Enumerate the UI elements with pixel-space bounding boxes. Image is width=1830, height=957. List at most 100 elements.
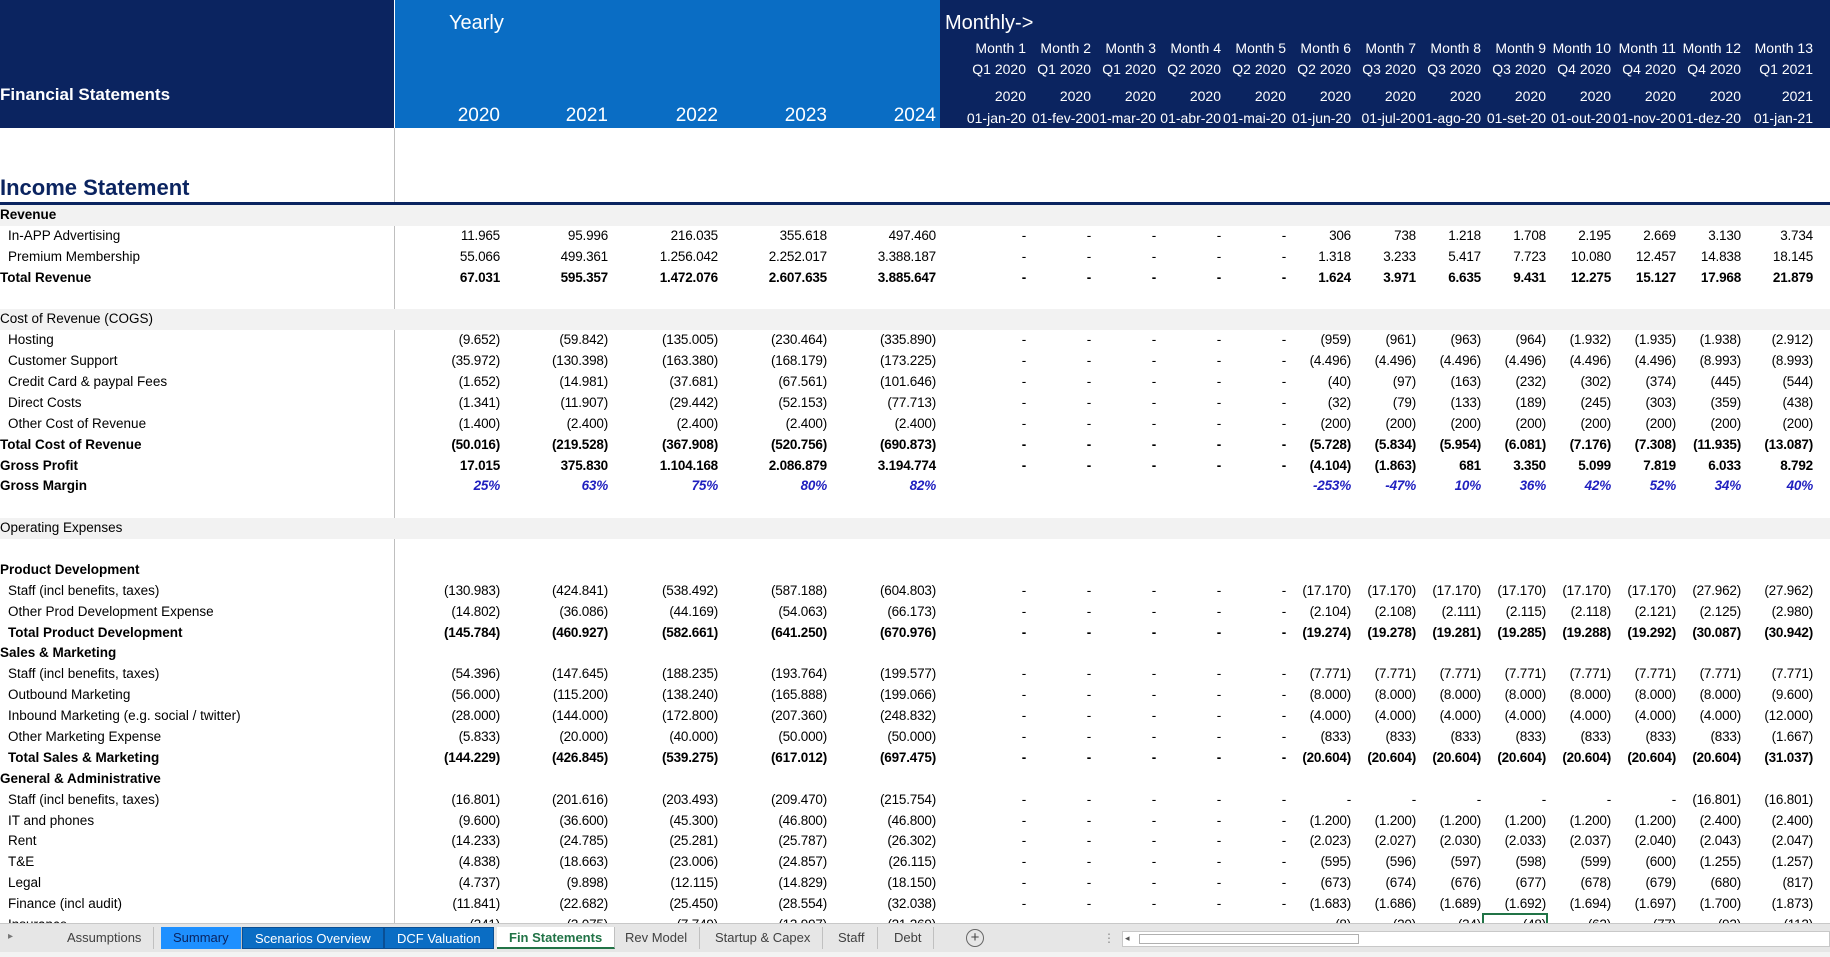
value-cell[interactable]: (26.115) — [888, 854, 936, 869]
value-cell[interactable]: - — [1152, 875, 1157, 890]
value-cell[interactable]: (2.027) — [1375, 833, 1417, 848]
value-cell[interactable]: (676) — [1450, 875, 1481, 890]
selected-cell[interactable] — [1482, 912, 1548, 923]
value-cell[interactable]: (16.801) — [1692, 792, 1741, 807]
value-cell[interactable]: (200) — [1580, 416, 1611, 431]
value-cell[interactable]: (144.229) — [444, 750, 500, 765]
value-cell[interactable]: - — [1087, 833, 1092, 848]
value-cell[interactable]: (19.285) — [1497, 625, 1546, 640]
value-cell[interactable]: (538.492) — [662, 583, 718, 598]
value-cell[interactable]: (20.604) — [1692, 750, 1741, 765]
value-cell[interactable]: (8.000) — [1310, 687, 1352, 702]
value-cell[interactable]: (9.898) — [567, 875, 609, 890]
value-cell[interactable]: (163.380) — [662, 353, 718, 368]
value-cell[interactable]: - — [1282, 625, 1287, 640]
value-cell[interactable]: (19.292) — [1627, 625, 1676, 640]
value-cell[interactable]: - — [1022, 813, 1027, 828]
value-cell[interactable]: 499.361 — [561, 249, 609, 264]
value-cell[interactable]: (1.700) — [1700, 896, 1742, 911]
value-cell[interactable]: (2.118) — [1571, 604, 1612, 619]
value-cell[interactable]: - — [1022, 416, 1027, 431]
value-cell[interactable]: (27.962) — [1764, 583, 1813, 598]
value-cell[interactable]: (18.150) — [887, 875, 936, 890]
value-cell[interactable]: 21.879 — [1773, 270, 1813, 285]
value-cell[interactable]: (2.115) — [1506, 604, 1547, 619]
value-cell[interactable]: (17.170) — [1432, 583, 1481, 598]
value-cell[interactable]: - — [1152, 583, 1157, 598]
value-cell[interactable]: - — [1087, 729, 1092, 744]
value-cell[interactable]: (1.697) — [1635, 896, 1677, 911]
value-cell[interactable]: - — [1282, 854, 1287, 869]
value-cell[interactable]: -253% — [1313, 478, 1351, 493]
value-cell[interactable]: (67.561) — [778, 374, 827, 389]
value-cell[interactable]: 15.127 — [1636, 270, 1676, 285]
value-cell[interactable]: (37.681) — [669, 374, 718, 389]
value-cell[interactable]: - — [1087, 875, 1092, 890]
value-cell[interactable]: (9.600) — [1772, 687, 1814, 702]
value-cell[interactable]: - — [1022, 437, 1027, 452]
value-cell[interactable]: 5.417 — [1448, 249, 1481, 264]
row-label[interactable]: Other Cost of Revenue — [8, 416, 146, 431]
value-cell[interactable]: (40) — [1328, 374, 1351, 389]
value-cell[interactable]: - — [1152, 792, 1157, 807]
value-cell[interactable]: (1.200) — [1375, 813, 1417, 828]
value-cell[interactable]: (200) — [1515, 416, 1546, 431]
value-cell[interactable]: - — [1087, 353, 1092, 368]
value-cell[interactable]: (1.257) — [1772, 854, 1814, 869]
value-cell[interactable]: - — [1152, 666, 1157, 681]
value-cell[interactable]: (1.200) — [1570, 813, 1612, 828]
value-cell[interactable]: (199.066) — [880, 687, 936, 702]
value-cell[interactable]: (2.400) — [895, 416, 937, 431]
value-cell[interactable]: (7.771) — [1570, 666, 1612, 681]
value-cell[interactable]: (40.000) — [669, 729, 718, 744]
value-cell[interactable]: (8.000) — [1440, 687, 1482, 702]
value-cell[interactable]: (1.652) — [459, 374, 501, 389]
row-label[interactable]: Staff (incl benefits, taxes) — [8, 583, 159, 598]
value-cell[interactable]: - — [1217, 687, 1222, 702]
value-cell[interactable]: 3.130 — [1708, 228, 1741, 243]
value-cell[interactable]: (19.274) — [1302, 625, 1351, 640]
value-cell[interactable]: (4.000) — [1505, 708, 1547, 723]
value-cell[interactable]: (17.170) — [1497, 583, 1546, 598]
value-cell[interactable]: (32.038) — [887, 896, 936, 911]
value-cell[interactable]: (20.604) — [1497, 750, 1546, 765]
value-cell[interactable]: - — [1087, 395, 1092, 410]
value-cell[interactable]: - — [1022, 353, 1027, 368]
value-cell[interactable]: (4.496) — [1440, 353, 1482, 368]
value-cell[interactable]: (130.398) — [552, 353, 608, 368]
tab-scroll-arrow[interactable]: ▸ — [8, 931, 13, 942]
value-cell[interactable]: (697.475) — [880, 750, 936, 765]
value-cell[interactable]: - — [1087, 666, 1092, 681]
value-cell[interactable]: (215.754) — [880, 792, 936, 807]
value-cell[interactable]: (374) — [1645, 374, 1676, 389]
value-cell[interactable]: (2.400) — [677, 416, 719, 431]
value-cell[interactable]: - — [1217, 750, 1222, 765]
value-cell[interactable]: (14.233) — [451, 833, 500, 848]
value-cell[interactable]: - — [1282, 458, 1287, 473]
row-label[interactable]: Hosting — [8, 332, 54, 347]
row-label[interactable]: IT and phones — [8, 813, 94, 828]
value-cell[interactable]: (964) — [1515, 332, 1546, 347]
value-cell[interactable]: 7.819 — [1643, 458, 1676, 473]
value-cell[interactable]: (4.496) — [1310, 353, 1352, 368]
value-cell[interactable]: (24.857) — [778, 854, 827, 869]
value-cell[interactable]: (833) — [1645, 729, 1676, 744]
value-cell[interactable]: (678) — [1580, 875, 1611, 890]
value-cell[interactable]: - — [1087, 604, 1092, 619]
value-cell[interactable]: - — [1217, 353, 1222, 368]
value-cell[interactable]: (833) — [1320, 729, 1351, 744]
value-cell[interactable]: - — [1022, 458, 1027, 473]
value-cell[interactable]: (200) — [1385, 416, 1416, 431]
value-cell[interactable]: (19.288) — [1562, 625, 1611, 640]
value-cell[interactable]: (4.000) — [1635, 708, 1677, 723]
value-cell[interactable]: (833) — [1385, 729, 1416, 744]
value-cell[interactable]: - — [1282, 666, 1287, 681]
value-cell[interactable]: 6.033 — [1708, 458, 1741, 473]
value-cell[interactable]: (679) — [1645, 875, 1676, 890]
value-cell[interactable]: (670.976) — [880, 625, 936, 640]
value-cell[interactable]: - — [1282, 353, 1287, 368]
value-cell[interactable]: 497.460 — [889, 228, 937, 243]
value-cell[interactable]: (16.801) — [451, 792, 500, 807]
value-cell[interactable]: 8.792 — [1780, 458, 1813, 473]
value-cell[interactable]: (4.000) — [1375, 708, 1417, 723]
